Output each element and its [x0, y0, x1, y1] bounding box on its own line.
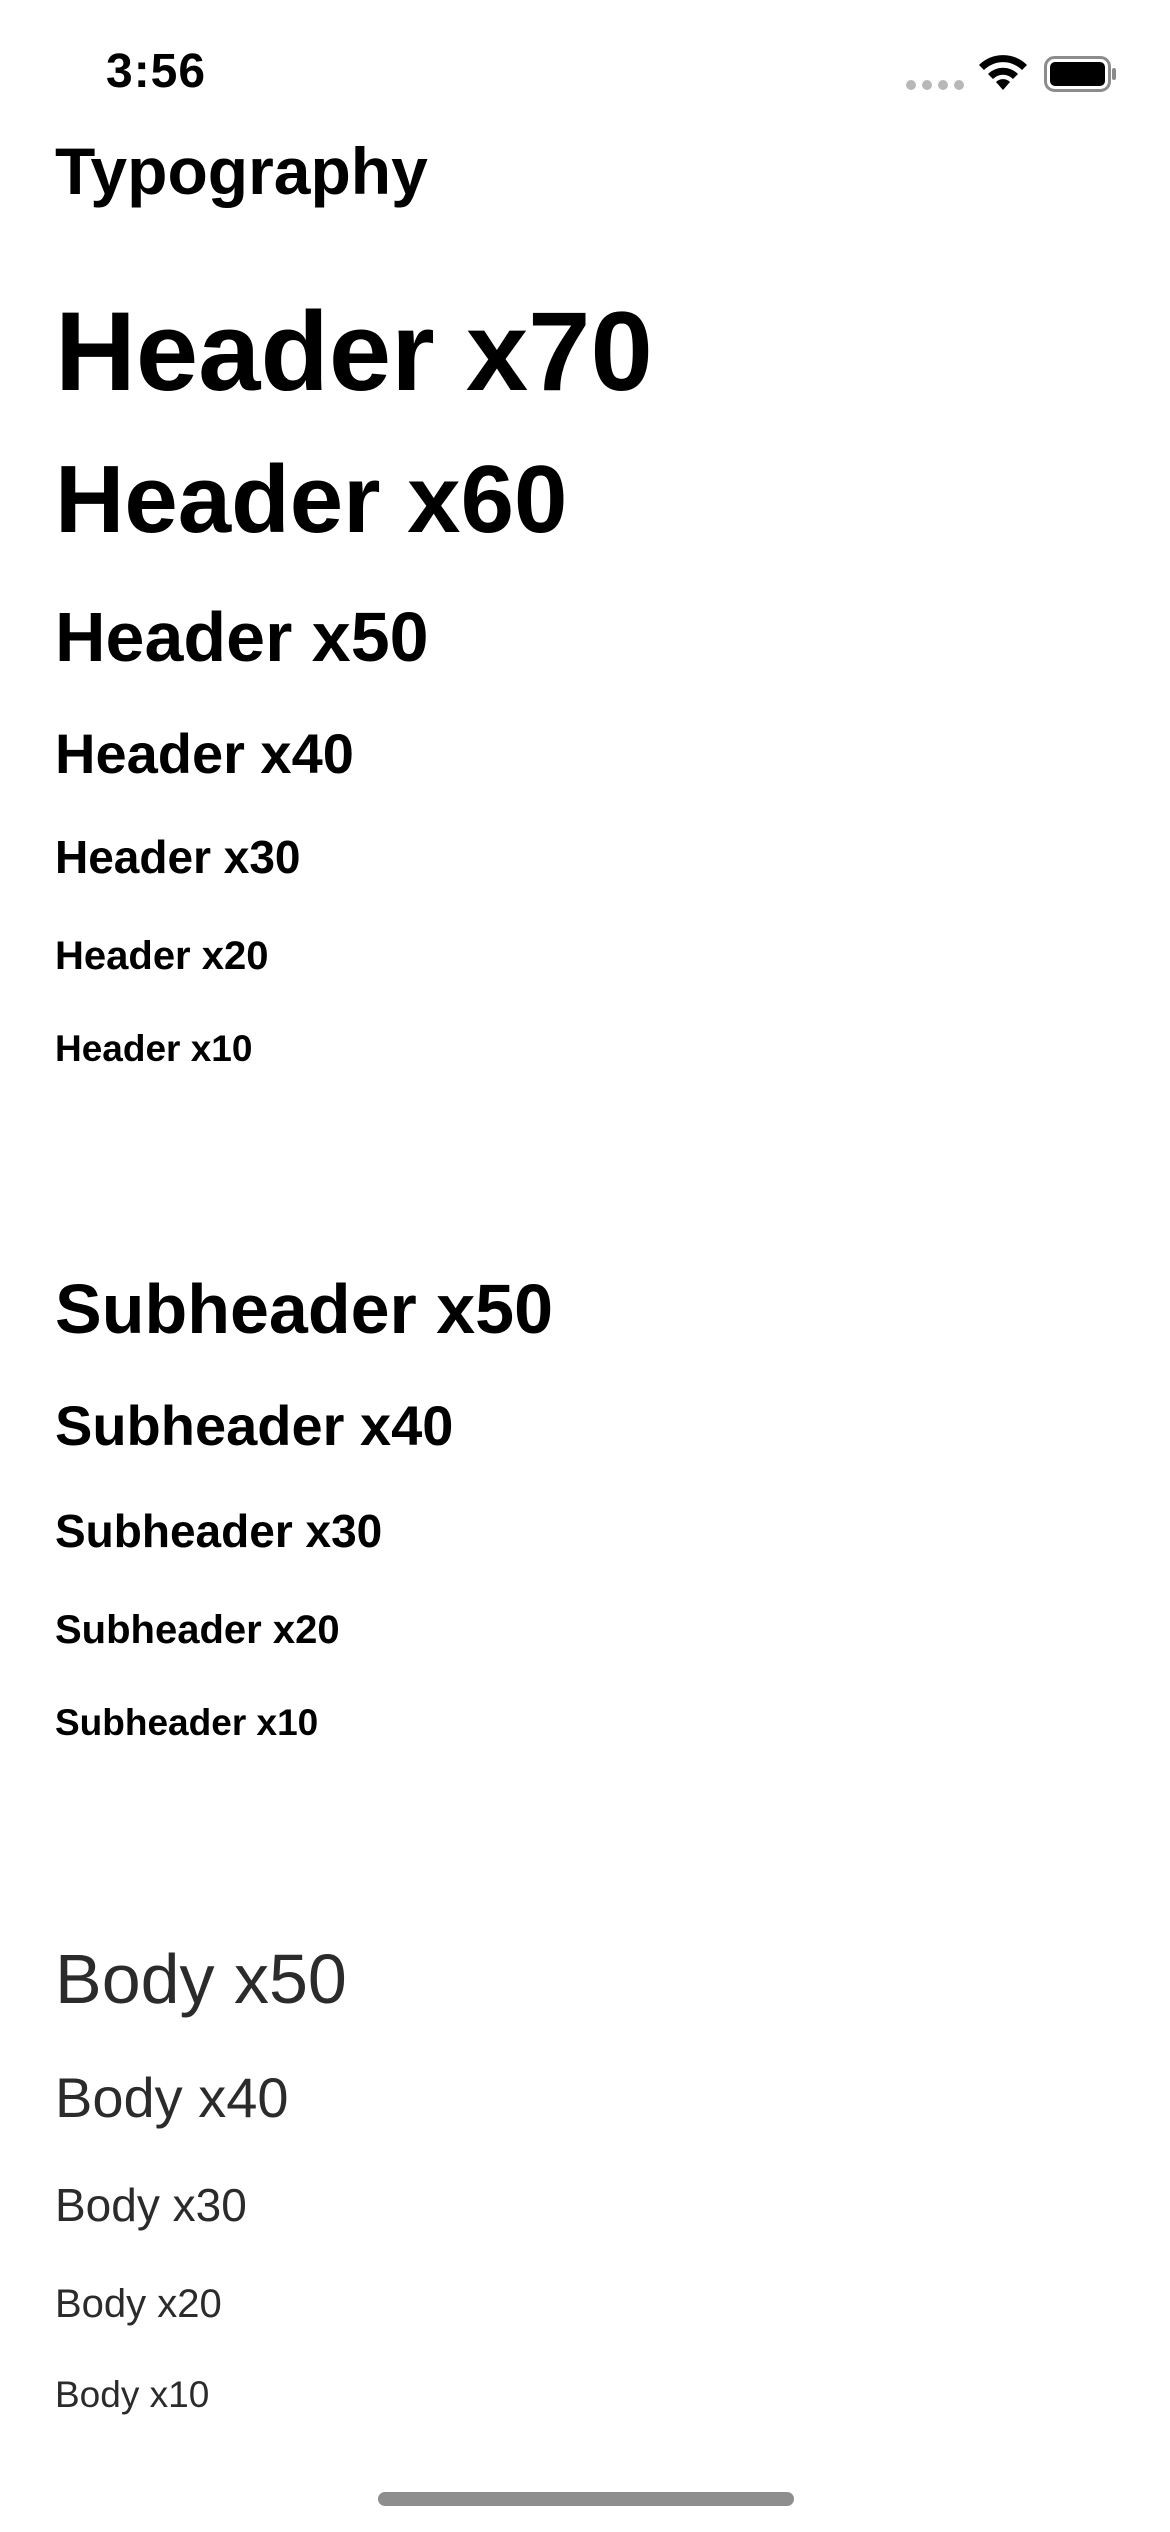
header-x10: Header x10 [55, 1028, 253, 1069]
cellular-signal-icon [906, 80, 964, 90]
body-x50: Body x50 [55, 1940, 347, 2018]
header-x60: Header x60 [55, 446, 568, 553]
body-x30: Body x30 [55, 2179, 247, 2231]
header-x50: Header x50 [55, 598, 429, 676]
body-x40: Body x40 [55, 2066, 289, 2129]
subheader-x50: Subheader x50 [55, 1270, 553, 1348]
header-x40: Header x40 [55, 722, 354, 785]
header-x70: Header x70 [55, 289, 653, 414]
battery-icon [1044, 56, 1116, 92]
body-x10: Body x10 [55, 2374, 210, 2415]
status-time: 3:56 [106, 45, 207, 98]
header-x20: Header x20 [55, 934, 269, 978]
header-x30: Header x30 [55, 831, 301, 883]
body-x20: Body x20 [55, 2282, 222, 2326]
subheader-x40: Subheader x40 [55, 1394, 454, 1457]
wifi-icon [979, 55, 1027, 90]
subheader-x30: Subheader x30 [55, 1505, 383, 1557]
page-title: Typography [55, 134, 428, 208]
subheader-x10: Subheader x10 [55, 1702, 319, 1743]
status-bar: 3:56 [0, 0, 1170, 150]
subheader-x20: Subheader x20 [55, 1608, 340, 1652]
home-indicator[interactable] [378, 2492, 794, 2506]
